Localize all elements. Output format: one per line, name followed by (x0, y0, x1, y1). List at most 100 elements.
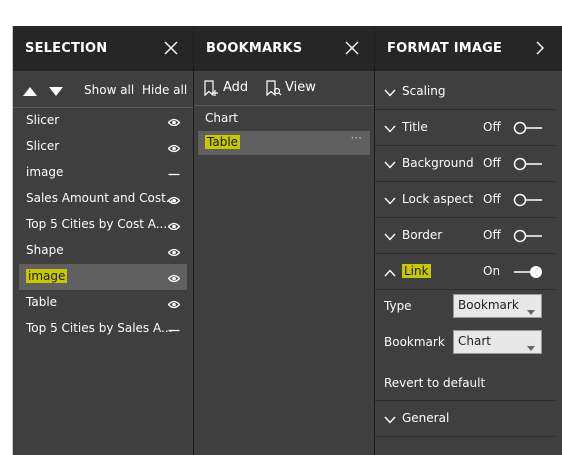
close-bookmarks-button[interactable] (342, 38, 362, 58)
eye-icon (167, 222, 181, 231)
highlighted-label: Table (205, 135, 241, 149)
type-row: Type Bookmark (375, 291, 555, 323)
section-name: General (402, 411, 450, 425)
selection-item[interactable]: Top 5 Cities by Cost A... (19, 212, 187, 238)
bookmark-item-label: Table (205, 135, 241, 149)
section-title[interactable]: Title Off (375, 110, 555, 146)
bookmark-label: Bookmark (384, 335, 445, 349)
visibility-toggle[interactable] (168, 168, 180, 182)
selection-toolbar: Show all Hide all (13, 72, 193, 108)
collapse-format-button[interactable] (530, 38, 550, 58)
section-scaling[interactable]: Scaling (375, 74, 555, 110)
selection-item-label: Table (26, 295, 58, 309)
chevron-down-icon (527, 340, 535, 354)
lock-aspect-toggle[interactable] (513, 193, 543, 207)
move-down-button[interactable] (49, 85, 63, 99)
selection-item[interactable]: Slicer (19, 134, 187, 160)
selection-item-label: Top 5 Cities by Cost A... (26, 217, 168, 231)
eye-icon (167, 196, 181, 205)
format-header: FORMAT IMAGE (375, 26, 562, 71)
visibility-toggle[interactable] (167, 272, 181, 286)
chevron-down-icon (384, 230, 396, 244)
bookmark-value: Chart (458, 334, 491, 348)
add-bookmark-button[interactable]: Add (223, 80, 248, 95)
title-toggle[interactable] (513, 121, 543, 135)
bookmarks-pane: BOOKMARKS Add View Chart Table ··· (194, 26, 374, 455)
selection-item-label: Sales Amount and Cost... (26, 191, 178, 205)
background-toggle[interactable] (513, 157, 543, 171)
chevron-up-icon (384, 266, 396, 280)
chevron-down-icon (384, 122, 396, 136)
selection-item[interactable]: Shape (19, 238, 187, 264)
move-up-button[interactable] (23, 85, 37, 99)
eye-icon (167, 248, 181, 257)
visibility-toggle[interactable] (167, 220, 181, 234)
chevron-down-icon (527, 304, 535, 318)
type-label: Type (384, 299, 412, 313)
selection-item-label: Top 5 Cities by Sales A... (26, 321, 173, 335)
visibility-toggle[interactable] (167, 298, 181, 312)
eye-icon (167, 144, 181, 153)
section-name: Lock aspect (402, 192, 474, 206)
selection-item-label: Slicer (26, 113, 60, 127)
toggle-off-icon (513, 193, 542, 207)
close-icon (345, 41, 359, 55)
section-name: Background (402, 156, 474, 170)
eye-icon (167, 300, 181, 309)
bookmark-item-label: Chart (205, 111, 238, 125)
border-toggle[interactable] (513, 229, 543, 243)
type-dropdown[interactable]: Bookmark (453, 294, 542, 318)
section-name: Scaling (402, 84, 446, 98)
selection-item[interactable]: image (19, 160, 187, 186)
hide-all-button[interactable]: Hide all (142, 83, 187, 97)
toggle-off-icon (513, 121, 542, 135)
hidden-dash-icon (168, 173, 180, 176)
chevron-down-icon (384, 194, 396, 208)
selection-item-label: Slicer (26, 139, 60, 153)
selection-item[interactable]: Slicer (19, 108, 187, 134)
selection-item[interactable]: Top 5 Cities by Sales A... (19, 316, 187, 342)
link-toggle[interactable] (513, 265, 543, 279)
section-name: Link (402, 264, 431, 278)
view-bookmark-icon[interactable] (265, 80, 282, 100)
section-border[interactable]: Border Off (375, 218, 555, 254)
section-general[interactable]: General (375, 401, 555, 437)
visibility-toggle[interactable] (167, 246, 181, 260)
bookmarks-toolbar: Add View (194, 72, 374, 106)
highlighted-label: Link (402, 264, 431, 278)
revert-to-default-button[interactable]: Revert to default (384, 376, 485, 390)
close-selection-button[interactable] (161, 38, 181, 58)
report-canvas-edge (0, 26, 13, 455)
chevron-down-icon (384, 413, 396, 427)
toggle-state: On (483, 264, 501, 278)
selection-item-label: Shape (26, 243, 64, 257)
section-lock-aspect[interactable]: Lock aspect Off (375, 182, 555, 218)
selection-item[interactable]: Table (19, 290, 187, 316)
visibility-toggle[interactable] (167, 142, 181, 156)
toggle-on-icon (514, 266, 542, 278)
format-image-pane: FORMAT IMAGE Scaling Title Off Backgroun… (375, 26, 562, 455)
show-all-button[interactable]: Show all (84, 83, 134, 97)
visibility-toggle[interactable] (168, 324, 180, 338)
section-name: Title (402, 120, 428, 134)
view-bookmark-button[interactable]: View (285, 80, 316, 95)
more-options-button[interactable]: ··· (351, 131, 362, 145)
bookmark-dropdown[interactable]: Chart (453, 330, 542, 354)
selection-item[interactable]: Sales Amount and Cost... (19, 186, 187, 212)
toggle-state: Off (483, 120, 501, 134)
eye-icon (167, 274, 181, 283)
format-title: FORMAT IMAGE (387, 41, 503, 56)
triangle-down-icon (49, 87, 63, 96)
selection-item-selected[interactable]: image (19, 264, 187, 290)
bookmark-item-selected[interactable]: Table ··· (198, 131, 370, 155)
selection-item-label: image (26, 165, 64, 179)
visibility-toggle[interactable] (167, 194, 181, 208)
bookmark-row: Bookmark Chart (375, 327, 555, 359)
section-background[interactable]: Background Off (375, 146, 555, 182)
bookmark-item[interactable]: Chart (198, 107, 370, 131)
add-bookmark-icon[interactable] (203, 80, 219, 100)
visibility-toggle[interactable] (167, 116, 181, 130)
section-link[interactable]: Link On (375, 254, 555, 290)
chevron-down-icon (384, 158, 396, 172)
highlighted-label: image (26, 269, 68, 283)
